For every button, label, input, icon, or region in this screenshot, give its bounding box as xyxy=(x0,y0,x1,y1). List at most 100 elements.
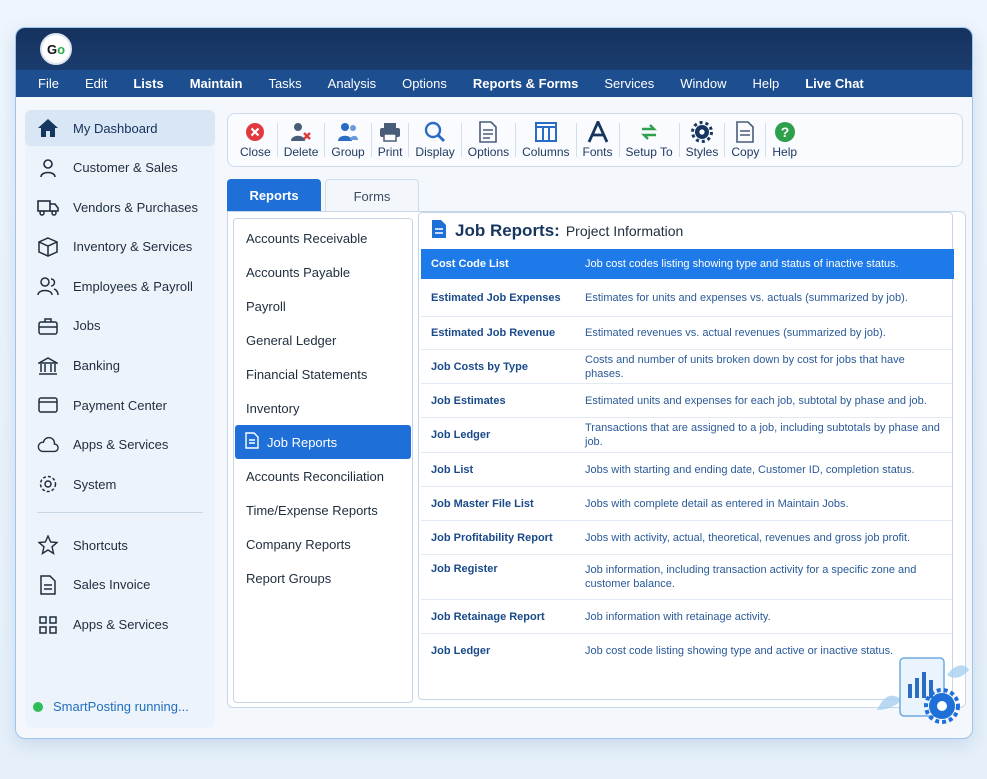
sidebar-item-shortcuts[interactable]: Shortcuts xyxy=(25,527,215,563)
sidebar-item-apps-services[interactable]: Apps & Services xyxy=(25,427,215,463)
report-description: Job information, including transaction a… xyxy=(585,564,917,590)
report-description: Job cost codes listing showing type and … xyxy=(585,258,899,270)
menu-help[interactable]: Help xyxy=(752,76,779,91)
grid-icon xyxy=(37,614,59,636)
category-accounts-reconciliation[interactable]: Accounts Reconciliation xyxy=(234,459,412,493)
category-financial-statements[interactable]: Financial Statements xyxy=(234,357,412,391)
sidebar-item-label: Shortcuts xyxy=(73,537,128,553)
report-name: Job Ledger xyxy=(431,645,491,657)
report-settings-illustration xyxy=(872,640,972,730)
sidebar-item-payment-center[interactable]: Payment Center xyxy=(25,387,215,423)
menu-file[interactable]: File xyxy=(38,76,59,91)
delete-user-icon xyxy=(289,121,313,143)
report-panel-title: Job Reports: xyxy=(455,221,560,240)
menu-bar: File Edit Lists Maintain Tasks Analysis … xyxy=(16,70,972,97)
menu-services[interactable]: Services xyxy=(604,76,654,91)
menu-tasks[interactable]: Tasks xyxy=(268,76,301,91)
report-name: Job Estimates xyxy=(431,394,506,407)
options-label: Options xyxy=(467,145,510,159)
sidebar-item-label: Customer & Sales xyxy=(73,160,178,176)
menu-options[interactable]: Options xyxy=(402,76,447,91)
table-row[interactable]: Estimated Job Expenses Estimates for uni… xyxy=(421,279,952,317)
print-label: Print xyxy=(377,145,403,159)
category-company-reports[interactable]: Company Reports xyxy=(234,527,412,561)
report-name: Job Ledger xyxy=(431,429,491,441)
category-accounts-payable[interactable]: Accounts Payable xyxy=(234,255,412,289)
help-button[interactable]: ? Help xyxy=(766,117,803,163)
menu-live-chat[interactable]: Live Chat xyxy=(805,76,864,91)
menu-lists[interactable]: Lists xyxy=(133,76,163,91)
table-row[interactable]: Job Retainage Report Job information wit… xyxy=(421,600,952,634)
menu-window[interactable]: Window xyxy=(680,76,726,91)
app-logo[interactable]: Go xyxy=(40,33,72,65)
setup-to-button[interactable]: Setup To xyxy=(620,117,679,163)
sidebar-item-label: Sales Invoice xyxy=(73,577,151,593)
sidebar-item-employees-payroll[interactable]: Employees & Payroll xyxy=(25,268,215,304)
columns-button[interactable]: Columns xyxy=(516,117,575,163)
report-description: Estimates for units and expenses vs. act… xyxy=(585,291,908,304)
sidebar-item-banking[interactable]: Banking xyxy=(25,348,215,384)
styles-label: Styles xyxy=(685,145,719,159)
options-button[interactable]: Options xyxy=(462,117,515,163)
report-name: Job Register xyxy=(431,563,498,575)
print-button[interactable]: Print xyxy=(372,117,409,163)
star-icon xyxy=(37,534,59,556)
sidebar-item-sales-invoice[interactable]: Sales Invoice xyxy=(25,567,215,603)
category-inventory[interactable]: Inventory xyxy=(234,391,412,425)
group-label: Group xyxy=(331,145,365,159)
sidebar-item-jobs[interactable]: Jobs xyxy=(25,308,215,344)
users-icon xyxy=(37,275,59,297)
table-row[interactable]: Job List Jobs with starting and ending d… xyxy=(421,453,952,487)
sidebar-item-inventory-services[interactable]: Inventory & Services xyxy=(25,229,215,265)
table-row[interactable]: Job Profitability Report Jobs with activ… xyxy=(421,521,952,555)
sidebar-item-vendors-purchases[interactable]: Vendors & Purchases xyxy=(25,189,215,225)
font-icon xyxy=(587,121,609,143)
report-description: Costs and number of units broken down by… xyxy=(585,353,905,380)
table-row[interactable]: Job Ledger Transactions that are assigne… xyxy=(421,418,952,453)
sidebar-item-dashboard[interactable]: My Dashboard xyxy=(25,110,215,146)
category-time-expense-reports[interactable]: Time/Expense Reports xyxy=(234,493,412,527)
close-label: Close xyxy=(240,145,271,159)
menu-edit[interactable]: Edit xyxy=(85,76,107,91)
sidebar-item-system[interactable]: System xyxy=(25,466,215,502)
copy-button[interactable]: Copy xyxy=(725,117,765,163)
sidebar-item-label: Inventory & Services xyxy=(73,239,193,255)
close-button[interactable]: Close xyxy=(234,117,277,163)
category-payroll[interactable]: Payroll xyxy=(234,289,412,323)
styles-button[interactable]: Styles xyxy=(680,117,725,163)
table-row[interactable]: Job Estimates Estimated units and expens… xyxy=(421,384,952,418)
gear-icon xyxy=(37,473,59,495)
menu-maintain[interactable]: Maintain xyxy=(190,76,243,91)
table-row[interactable]: Job Costs by Type Costs and number of un… xyxy=(421,350,952,384)
menu-analysis[interactable]: Analysis xyxy=(328,76,376,91)
report-row-cost-code-list[interactable]: Cost Code List Job cost codes listing sh… xyxy=(421,249,954,279)
sidebar-item-apps-services-grid[interactable]: Apps & Services xyxy=(25,607,215,643)
report-description: Jobs with activity, actual, theoretical,… xyxy=(585,531,911,544)
bank-icon xyxy=(37,355,59,377)
table-row[interactable]: Job Register Job information, including … xyxy=(421,555,952,600)
copy-icon xyxy=(736,121,755,143)
tab-forms[interactable]: Forms xyxy=(325,179,419,212)
sidebar-item-label: Apps & Services xyxy=(73,617,169,633)
category-job-reports[interactable]: Job Reports xyxy=(235,425,411,459)
table-row[interactable]: Job Master File List Jobs with complete … xyxy=(421,487,952,521)
category-accounts-receivable[interactable]: Accounts Receivable xyxy=(234,221,412,255)
sidebar-item-customer-sales[interactable]: Customer & Sales xyxy=(25,150,215,186)
tab-reports[interactable]: Reports xyxy=(227,179,321,212)
columns-icon xyxy=(534,121,557,143)
help-label: Help xyxy=(772,145,798,159)
display-button[interactable]: Display xyxy=(409,117,460,163)
table-row[interactable]: Estimated Job Revenue Estimated revenues… xyxy=(421,317,952,350)
home-icon xyxy=(37,117,59,139)
group-button[interactable]: Group xyxy=(325,117,370,163)
sidebar-item-label: Employees & Payroll xyxy=(73,278,193,294)
category-general-ledger[interactable]: General Ledger xyxy=(234,323,412,357)
fonts-button[interactable]: Fonts xyxy=(577,117,619,163)
category-report-groups[interactable]: Report Groups xyxy=(234,561,412,595)
columns-label: Columns xyxy=(522,145,570,159)
menu-reports-forms[interactable]: Reports & Forms xyxy=(473,76,578,91)
delete-button[interactable]: Delete xyxy=(278,117,325,163)
status-text: SmartPosting running... xyxy=(53,699,189,714)
fonts-label: Fonts xyxy=(582,145,613,159)
sidebar-item-label: My Dashboard xyxy=(73,120,158,136)
